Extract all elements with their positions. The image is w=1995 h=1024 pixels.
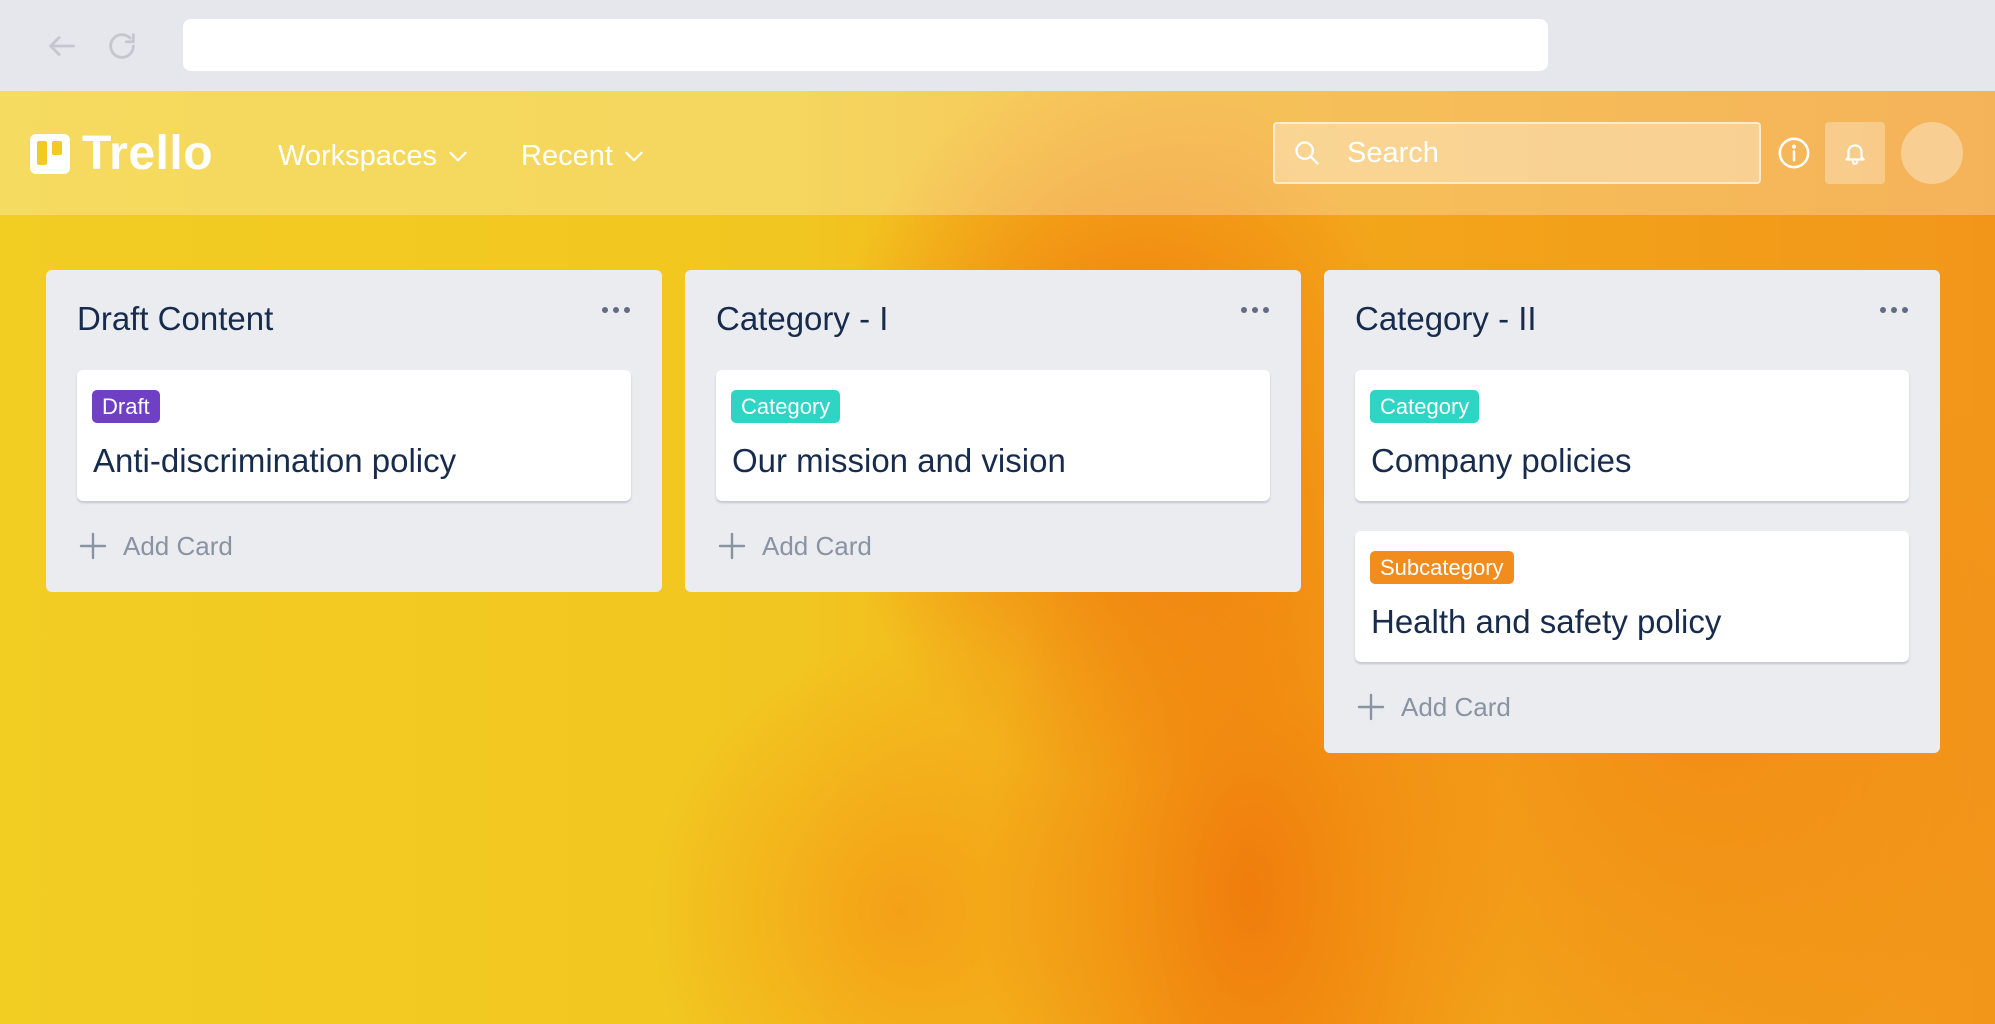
chevron-down-icon	[449, 151, 467, 162]
add-card-label: Add Card	[762, 530, 872, 561]
add-card-button[interactable]: Add Card	[716, 526, 872, 566]
list-title: Category - I	[716, 300, 889, 337]
info-icon	[1778, 137, 1810, 169]
list-draft-content: Draft Content Draft Anti-discrimination …	[46, 270, 662, 592]
more-dot-icon	[613, 307, 619, 313]
card-title: Our mission and vision	[732, 442, 1066, 479]
bell-icon	[1845, 144, 1865, 165]
list-menu-button[interactable]	[1874, 300, 1914, 320]
search-box[interactable]	[1273, 122, 1761, 184]
chevron-down-icon	[625, 151, 643, 162]
card-label: Draft	[92, 390, 160, 423]
plus-icon	[716, 530, 748, 562]
card-label: Category	[731, 390, 841, 423]
card-title: Company policies	[1371, 442, 1632, 479]
notifications-button[interactable]	[1825, 122, 1885, 184]
trello-logo[interactable]: Trello	[30, 129, 213, 179]
more-dot-icon	[1891, 307, 1897, 313]
more-dot-icon	[624, 307, 630, 313]
arrow-left-icon	[49, 36, 75, 56]
add-card-button[interactable]: Add Card	[1355, 687, 1511, 727]
list-title: Category - II	[1355, 300, 1537, 337]
workspaces-label: Workspaces	[278, 139, 438, 172]
card[interactable]: Subcategory Health and safety policy	[1355, 531, 1909, 662]
card[interactable]: Category Our mission and vision	[716, 370, 1270, 501]
list-menu-button[interactable]	[1235, 300, 1275, 320]
list-category-ii: Category - II Category Company policies …	[1324, 270, 1940, 753]
trello-logo-icon	[30, 134, 70, 174]
plus-icon	[77, 530, 109, 562]
avatar[interactable]	[1901, 122, 1963, 184]
card-label: Subcategory	[1370, 551, 1514, 584]
list-category-i: Category - I Category Our mission and vi…	[685, 270, 1301, 592]
list-title: Draft Content	[77, 300, 274, 337]
add-card-button[interactable]: Add Card	[77, 526, 233, 566]
add-card-label: Add Card	[1401, 691, 1511, 722]
plus-icon	[1355, 691, 1387, 723]
reload-icon	[109, 33, 135, 59]
logo-text: Trello	[82, 127, 214, 180]
more-dot-icon	[1902, 307, 1908, 313]
more-dot-icon	[1263, 307, 1269, 313]
add-card-label: Add Card	[123, 530, 233, 561]
recent-menu[interactable]: Recent	[521, 136, 647, 176]
card[interactable]: Draft Anti-discrimination policy	[77, 370, 631, 501]
search-icon	[1291, 137, 1323, 169]
recent-label: Recent	[521, 139, 613, 172]
more-dot-icon	[1252, 307, 1258, 313]
card-title: Health and safety policy	[1371, 603, 1722, 640]
info-button[interactable]	[1776, 135, 1812, 171]
more-dot-icon	[1880, 307, 1886, 313]
list-menu-button[interactable]	[596, 300, 636, 320]
workspaces-menu[interactable]: Workspaces	[278, 136, 471, 176]
more-dot-icon	[1241, 307, 1247, 313]
back-button[interactable]	[42, 26, 82, 66]
more-dot-icon	[602, 307, 608, 313]
card-title: Anti-discrimination policy	[93, 442, 457, 479]
address-bar[interactable]	[183, 19, 1548, 71]
reload-button[interactable]	[102, 26, 142, 66]
browser-chrome	[0, 0, 1995, 91]
card[interactable]: Category Company policies	[1355, 370, 1909, 501]
card-label: Category	[1370, 390, 1480, 423]
search-input[interactable]	[1345, 135, 1729, 171]
